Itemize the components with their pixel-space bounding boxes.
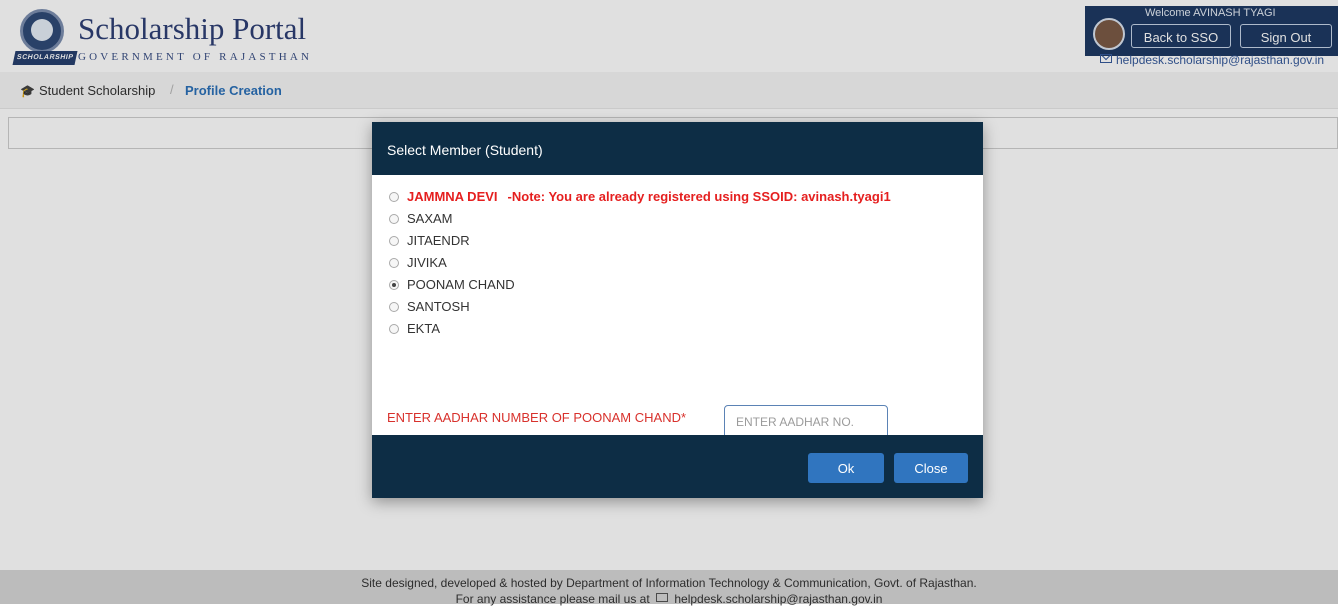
aadhar-label: ENTER AADHAR NUMBER OF POONAM CHAND*	[387, 410, 687, 425]
registered-note: -Note: You are already registered using …	[507, 189, 891, 204]
member-name: JIVIKA	[407, 255, 447, 270]
member-name: SAXAM	[407, 211, 453, 226]
member-option-santosh[interactable]: SANTOSH	[389, 299, 470, 315]
member-option-ekta[interactable]: EKTA	[389, 321, 440, 337]
radio-button[interactable]	[389, 258, 399, 268]
member-option-poonam-chand[interactable]: POONAM CHAND	[389, 277, 515, 293]
modal-title: Select Member (Student)	[387, 142, 543, 158]
aadhar-input[interactable]	[724, 405, 888, 439]
member-name: EKTA	[407, 321, 440, 336]
ok-button[interactable]: Ok	[808, 453, 884, 483]
radio-button-selected[interactable]	[389, 280, 399, 290]
radio-button[interactable]	[389, 214, 399, 224]
radio-button[interactable]	[389, 324, 399, 334]
close-button[interactable]: Close	[894, 453, 968, 483]
select-member-modal: Select Member (Student) JAMMNA DEVI -Note…	[372, 122, 983, 498]
member-name: JITAENDR	[407, 233, 470, 248]
modal-header: Select Member (Student)	[372, 122, 983, 175]
member-name: SANTOSH	[407, 299, 470, 314]
member-option-jivika[interactable]: JIVIKA	[389, 255, 447, 271]
radio-button[interactable]	[389, 192, 399, 202]
modal-footer: Ok Close	[372, 435, 983, 498]
modal-body: JAMMNA DEVI -Note: You are already regist…	[372, 175, 983, 439]
member-name: POONAM CHAND	[407, 277, 515, 292]
member-option-saxam[interactable]: SAXAM	[389, 211, 453, 227]
member-option-jammna-devi[interactable]: JAMMNA DEVI -Note: You are already regist…	[389, 189, 891, 205]
member-option-jitaendr[interactable]: JITAENDR	[389, 233, 470, 249]
member-name: JAMMNA DEVI	[407, 189, 498, 204]
radio-button[interactable]	[389, 236, 399, 246]
radio-button[interactable]	[389, 302, 399, 312]
